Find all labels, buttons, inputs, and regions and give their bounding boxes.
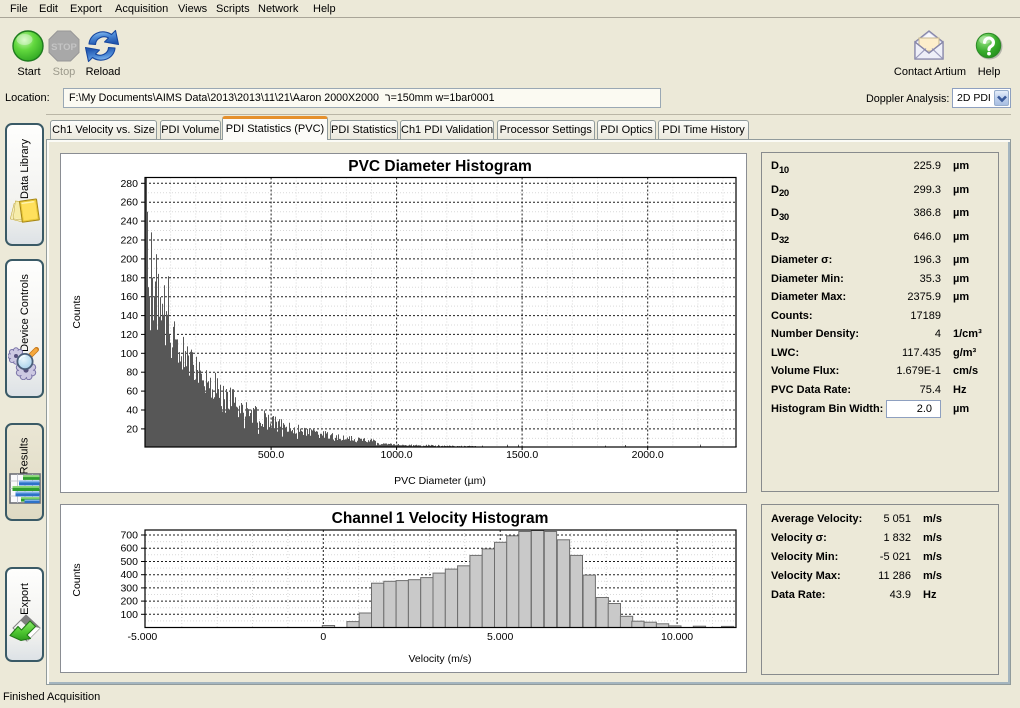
svg-text:100: 100 xyxy=(120,348,138,360)
svg-text:80: 80 xyxy=(126,367,138,379)
svg-text:500.0: 500.0 xyxy=(258,449,284,461)
svg-text:140: 140 xyxy=(120,310,138,322)
svg-text:200: 200 xyxy=(120,253,138,265)
svg-text:280: 280 xyxy=(120,178,138,190)
svg-text:60: 60 xyxy=(126,386,138,398)
svg-text:STOP: STOP xyxy=(51,42,77,53)
svg-text:200: 200 xyxy=(120,596,138,608)
svg-text:120: 120 xyxy=(120,329,138,341)
svg-text:500: 500 xyxy=(120,556,138,568)
svg-text:2000.0: 2000.0 xyxy=(632,449,664,461)
svg-text:-5.000: -5.000 xyxy=(128,631,158,643)
svg-text:400: 400 xyxy=(120,569,138,581)
svg-text:260: 260 xyxy=(120,197,138,209)
svg-text:160: 160 xyxy=(120,291,138,303)
svg-text:10.000: 10.000 xyxy=(661,631,693,643)
svg-text:240: 240 xyxy=(120,216,138,228)
svg-text:Counts: Counts xyxy=(71,295,83,328)
svg-text:0: 0 xyxy=(320,631,326,643)
svg-text:5.000: 5.000 xyxy=(487,631,513,643)
svg-text:1000.0: 1000.0 xyxy=(381,449,413,461)
svg-text:180: 180 xyxy=(120,272,138,284)
svg-text:PVC Diameter (µm): PVC Diameter (µm) xyxy=(394,475,486,487)
svg-text:PVC Diameter Histogram: PVC Diameter Histogram xyxy=(348,158,531,175)
svg-text:220: 220 xyxy=(120,234,138,246)
svg-text:100: 100 xyxy=(120,609,138,621)
svg-text:40: 40 xyxy=(126,405,138,417)
svg-text:20: 20 xyxy=(126,423,138,435)
svg-text:1500.0: 1500.0 xyxy=(506,449,538,461)
svg-text:Counts: Counts xyxy=(71,563,83,596)
svg-text:Velocity (m/s): Velocity (m/s) xyxy=(408,653,471,665)
svg-text:600: 600 xyxy=(120,543,138,555)
svg-text:700: 700 xyxy=(120,530,138,542)
svg-text:Channel 1 Velocity Histogram: Channel 1 Velocity Histogram xyxy=(332,510,549,527)
svg-text:300: 300 xyxy=(120,582,138,594)
